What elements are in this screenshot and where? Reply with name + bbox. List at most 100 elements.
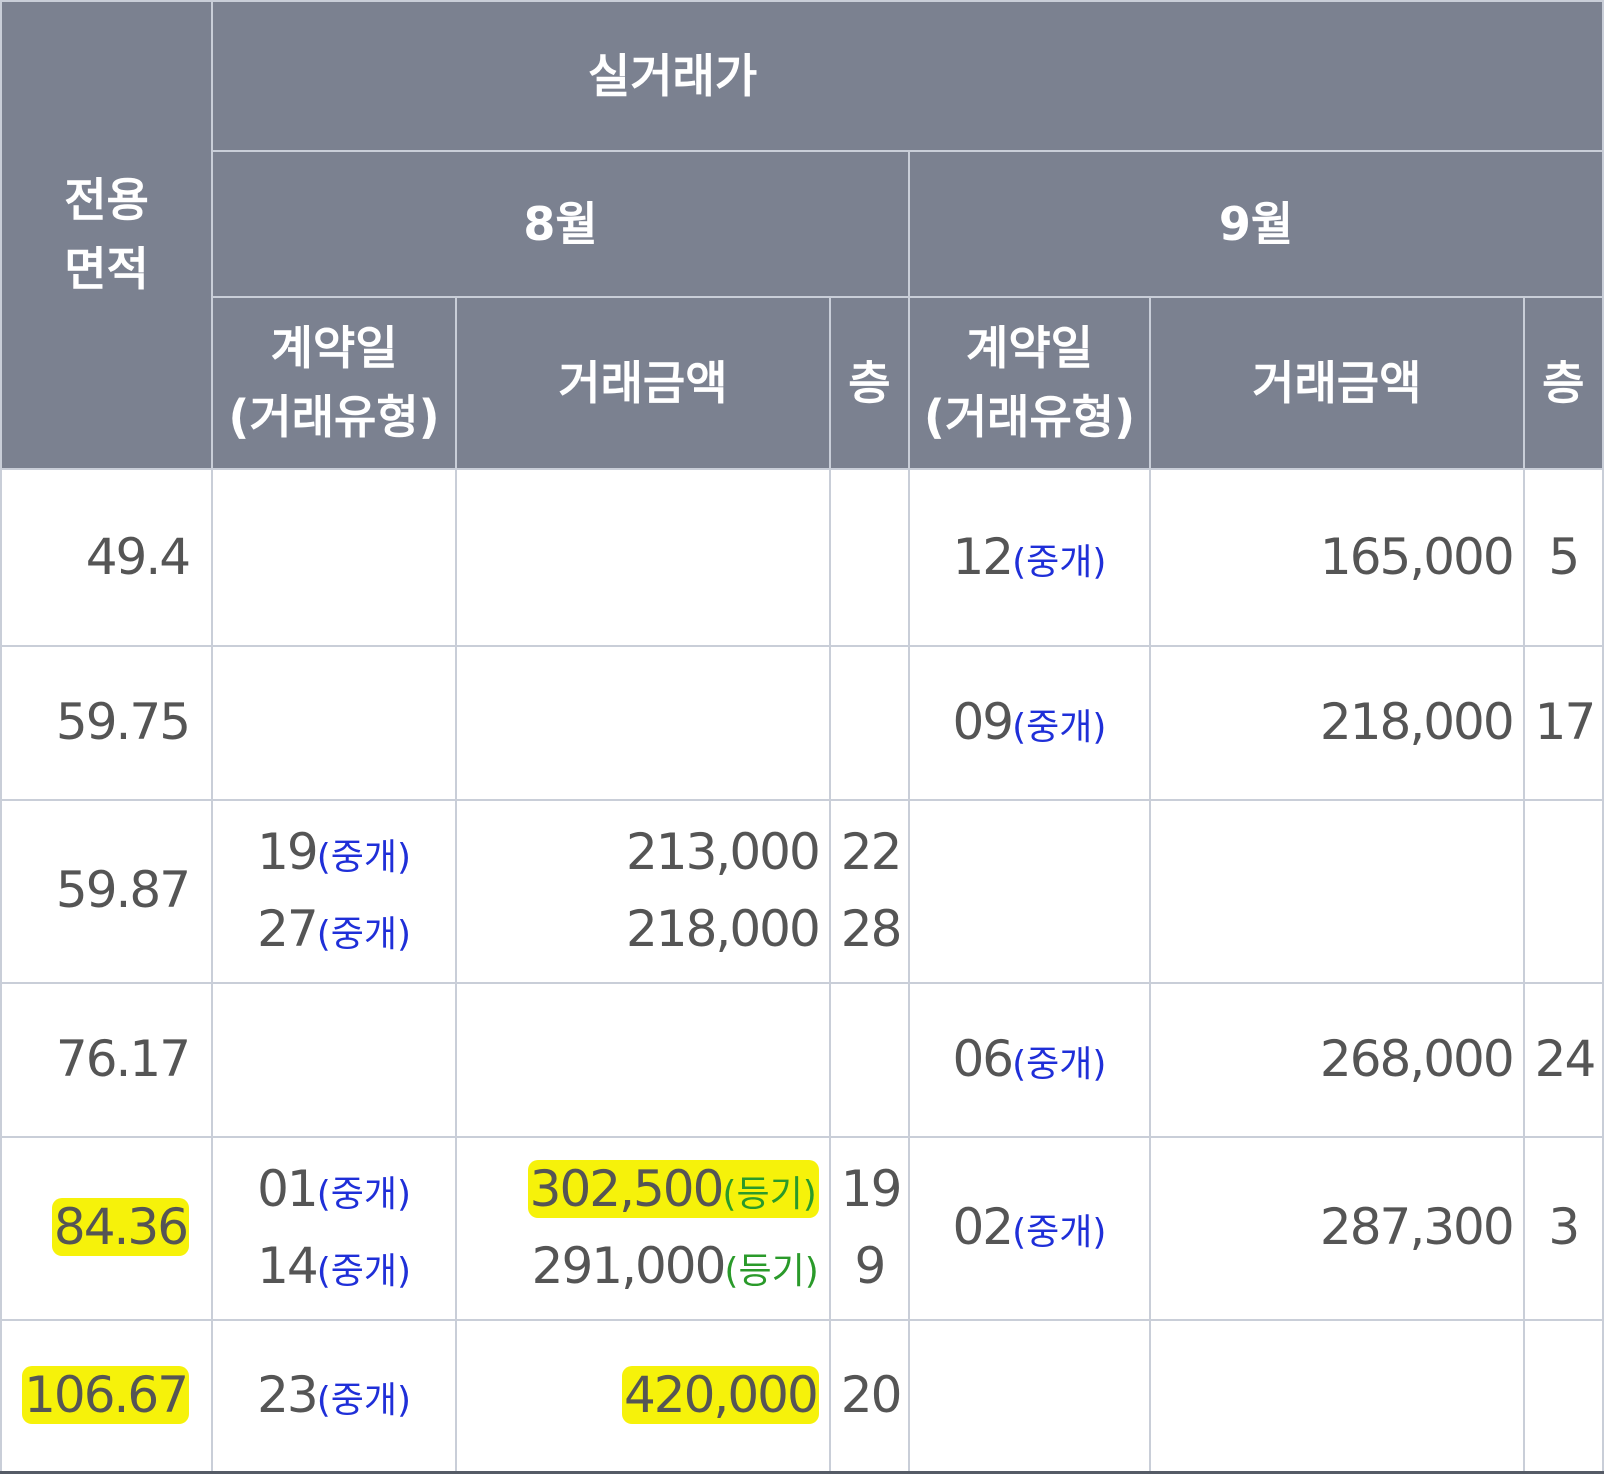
aug-day-cell — [211, 981, 458, 1138]
sep-day-cell: 09(중개) — [908, 644, 1151, 801]
registration-badge: (등기) — [724, 1251, 819, 1293]
day-line: 01(중개) — [223, 1151, 445, 1229]
deal-type-badge: (중개) — [316, 1380, 412, 1422]
deal-type-badge: (중개) — [1012, 1212, 1107, 1254]
amount-value: 218,000 — [626, 900, 821, 959]
sep-floor-cell: 24 — [1522, 981, 1605, 1138]
aug-amount-cell: 420,000 — [455, 1318, 831, 1474]
amount-value: 302,500 — [529, 1159, 725, 1218]
sep-amount-cell: 218,000 — [1148, 644, 1525, 801]
day-value: 06 — [952, 1029, 1015, 1088]
sep-floor-cell — [1522, 1318, 1605, 1474]
day-value: 14 — [257, 1237, 319, 1296]
deal-type-badge: (중개) — [316, 1251, 412, 1293]
area-value: 59.87 — [55, 861, 191, 920]
amount-line: 302,500(등기) — [467, 1151, 819, 1229]
aug-day-cell — [211, 468, 458, 647]
sep-amount-cell — [1148, 1318, 1525, 1474]
day-value: 27 — [257, 900, 319, 959]
sep-floor-cell: 3 — [1522, 1135, 1605, 1321]
aug-day-cell — [211, 644, 458, 801]
area-value: 76.17 — [55, 1029, 191, 1088]
day-line: 27(중개) — [223, 891, 445, 969]
area-value: 106.67 — [22, 1366, 190, 1425]
aug-day-cell: 01(중개) 14(중개) — [211, 1135, 458, 1321]
amount-line: 291,000(등기) — [467, 1228, 819, 1306]
sep-day-cell — [908, 798, 1151, 984]
sep-contract-day-label: 계약일 — [966, 321, 1093, 375]
amount-value: 291,000 — [531, 1237, 727, 1296]
floor-value: 3 — [1548, 1198, 1580, 1257]
floor-value: 24 — [1534, 1029, 1597, 1088]
area-cell: 49.4 — [0, 468, 214, 647]
aug-amount-header: 거래금액 — [455, 296, 831, 470]
deal-type-badge: (중개) — [316, 914, 412, 956]
floor-value: 28 — [840, 900, 903, 959]
table-row: 106.67 23(중개) 420,000 20 — [0, 1318, 1605, 1474]
amount-value: 213,000 — [626, 822, 821, 881]
aug-deal-type-label: (거래유형) — [228, 390, 440, 444]
floor-value: 22 — [840, 822, 903, 881]
area-header-line1: 전용 — [64, 173, 149, 227]
aug-contract-day-label: 계약일 — [270, 321, 398, 375]
aug-floor-cell — [828, 981, 911, 1138]
amount-value: 165,000 — [1319, 527, 1515, 586]
sep-floor-cell: 5 — [1522, 468, 1605, 647]
table-row: 59.75 09(중개) 218,000 17 — [0, 644, 1605, 801]
real-price-label: 실거래가 — [587, 48, 758, 103]
day-value: 19 — [257, 822, 319, 881]
area-cell: 84.36 — [0, 1135, 214, 1321]
registration-badge: (등기) — [722, 1173, 817, 1215]
sep-floor-cell: 17 — [1522, 644, 1605, 801]
area-header: 전용 면적 — [0, 0, 214, 470]
sep-amount-cell — [1148, 798, 1525, 984]
sep-deal-type-label: (거래유형) — [923, 390, 1136, 444]
aug-amount-cell: 302,500(등기) 291,000(등기) — [455, 1135, 831, 1321]
sep-day-cell: 12(중개) — [908, 468, 1151, 647]
month-august-header: 8월 — [211, 150, 911, 298]
deal-type-badge: (중개) — [1012, 707, 1107, 748]
sep-amount-cell: 165,000 — [1148, 468, 1525, 647]
amount-value: 420,000 — [622, 1366, 819, 1425]
aug-floor-header: 층 — [828, 296, 911, 470]
aug-floor-cell: 19 9 — [828, 1135, 911, 1321]
floor-value: 9 — [854, 1237, 886, 1296]
day-line: 14(중개) — [223, 1228, 445, 1306]
amount-highlight: 302,500(등기) — [527, 1159, 819, 1218]
day-value: 02 — [952, 1198, 1015, 1257]
aug-amount-cell: 213,000 218,000 — [455, 798, 831, 984]
area-value: 59.75 — [55, 693, 191, 751]
deal-type-badge: (중개) — [1012, 541, 1107, 583]
area-cell: 106.67 — [0, 1318, 214, 1474]
aug-contract-day-header: 계약일 (거래유형) — [211, 296, 458, 470]
sep-day-cell: 06(중개) — [908, 981, 1151, 1138]
sep-amount-cell: 268,000 — [1148, 981, 1525, 1138]
sep-day-cell: 02(중개) — [908, 1135, 1151, 1321]
area-cell: 76.17 — [0, 981, 214, 1138]
sep-floor-cell — [1522, 798, 1605, 984]
day-value: 01 — [257, 1159, 319, 1218]
area-value: 49.4 — [85, 527, 191, 586]
table-row: 76.17 06(중개) 268,000 24 — [0, 981, 1605, 1138]
area-value: 84.36 — [51, 1198, 189, 1257]
sep-day-cell — [908, 1318, 1151, 1474]
real-price-header: 실거래가 — [211, 0, 1604, 152]
amount-value: 268,000 — [1319, 1029, 1515, 1088]
table-row: 59.87 19(중개) 27(중개) 213,000 218,000 22 2… — [0, 798, 1605, 984]
aug-amount-cell — [455, 981, 831, 1138]
amount-value: 287,300 — [1319, 1198, 1515, 1257]
deal-type-badge: (중개) — [316, 1173, 412, 1215]
deal-type-badge: (중개) — [316, 836, 412, 878]
aug-amount-cell — [455, 644, 831, 801]
day-line: 19(중개) — [223, 814, 445, 892]
floor-value: 17 — [1534, 693, 1597, 751]
amount-value: 218,000 — [1319, 693, 1515, 751]
floor-value: 5 — [1548, 527, 1580, 586]
aug-amount-cell — [455, 468, 831, 647]
aug-floor-cell: 20 — [828, 1318, 911, 1474]
deal-type-badge: (중개) — [1012, 1043, 1107, 1085]
table-row: 49.4 12(중개) 165,000 5 — [0, 468, 1605, 647]
real-trade-price-table: 전용 면적 실거래가 8월 9월 계약일 (거래유형) 거래금액 층 계약일 (… — [0, 0, 1605, 1474]
floor-value: 19 — [840, 1159, 903, 1218]
sep-amount-header: 거래금액 — [1148, 296, 1525, 470]
